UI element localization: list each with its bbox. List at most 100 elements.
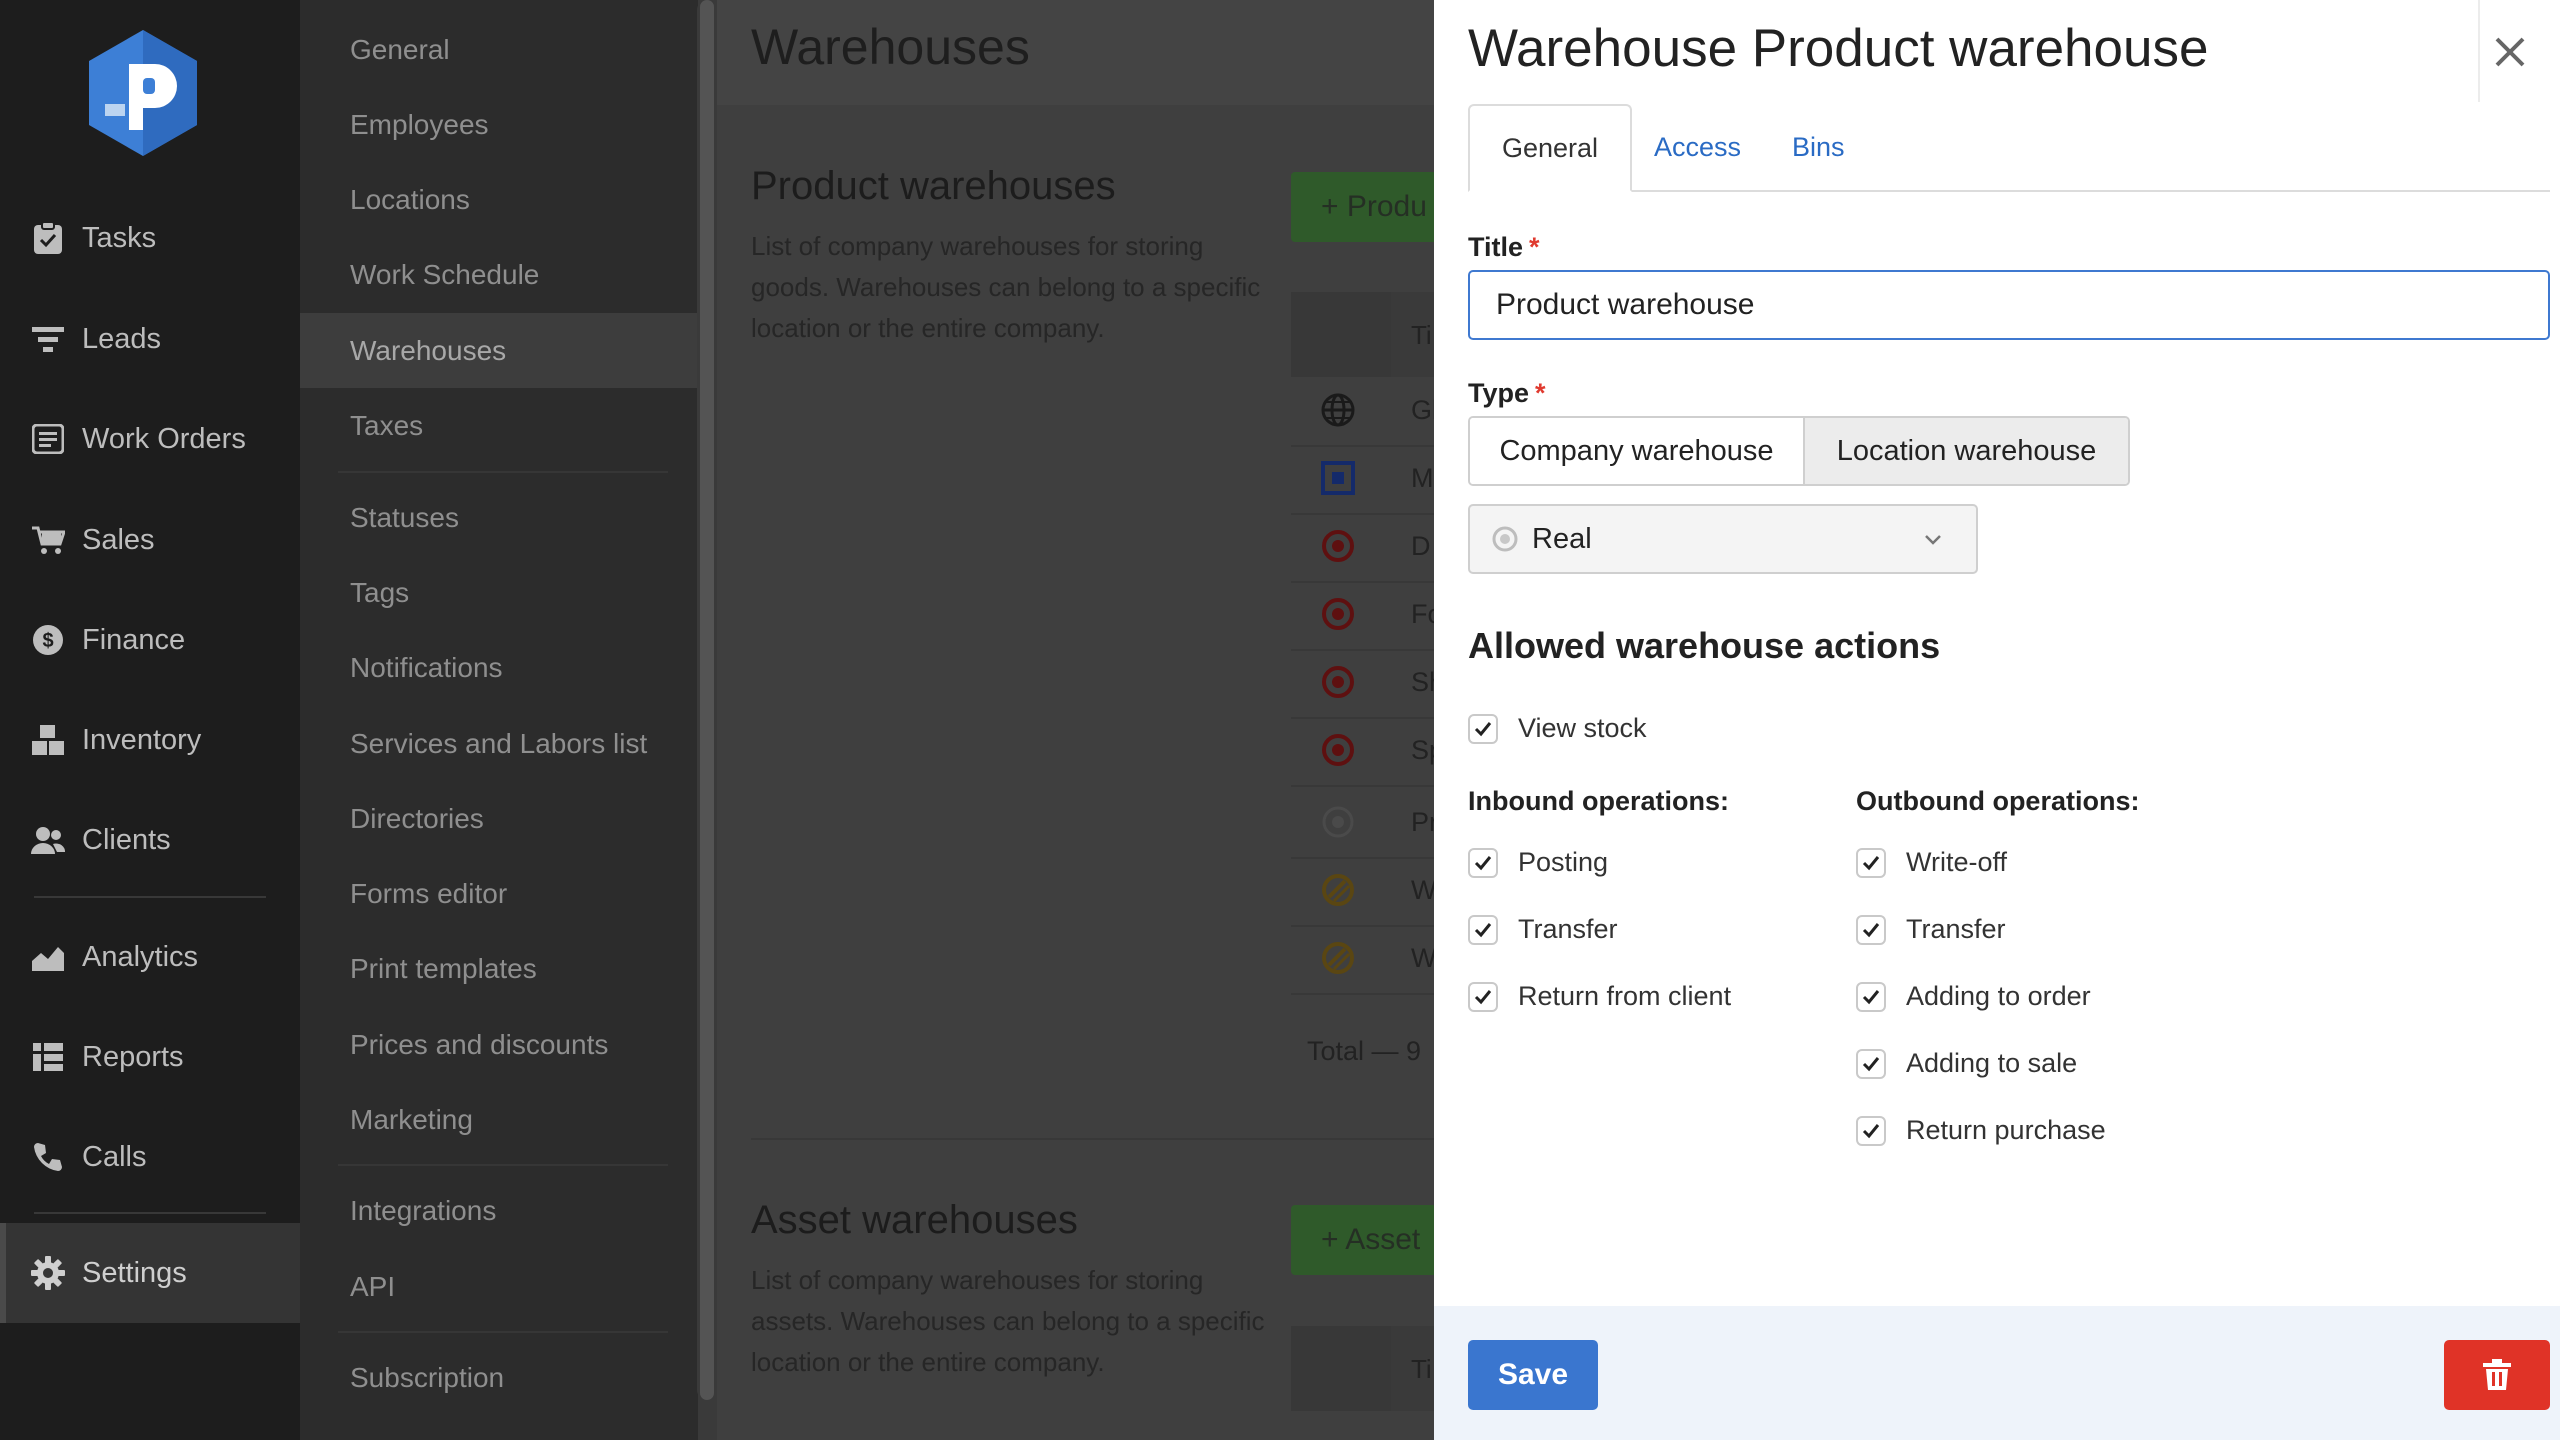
- table-header: Ti: [1291, 1326, 1434, 1411]
- work-order-icon: [30, 421, 66, 457]
- nav-calls[interactable]: Calls: [0, 1107, 300, 1207]
- title-field-label: Title *: [1468, 232, 1540, 262]
- nav-analytics[interactable]: Analytics: [0, 907, 300, 1007]
- add-asset-warehouse-button[interactable]: + Asset: [1291, 1205, 1434, 1275]
- nav-settings[interactable]: Settings: [0, 1223, 306, 1323]
- checkbox-label: Transfer: [1906, 914, 2006, 944]
- checkmark-icon: [1856, 847, 1886, 878]
- nav-inventory[interactable]: Inventory: [0, 690, 300, 790]
- clipboard-check-icon: [30, 220, 66, 256]
- nav-divider: [34, 1212, 266, 1214]
- settings-item-print-templates[interactable]: Print templates: [300, 931, 698, 1006]
- target-icon: [1321, 529, 1355, 563]
- settings-item-statuses[interactable]: Statuses: [300, 480, 698, 555]
- table-row[interactable]: Sh: [1291, 649, 1434, 719]
- close-button[interactable]: [2480, 22, 2540, 82]
- nav-work-orders[interactable]: Work Orders: [0, 389, 300, 489]
- warehouse-kind-select[interactable]: Real: [1468, 504, 1978, 574]
- row-title: Pr: [1411, 807, 1434, 837]
- select-value: Real: [1532, 522, 1592, 555]
- table-row[interactable]: Gl: [1291, 377, 1434, 447]
- nav-clients[interactable]: Clients: [0, 790, 300, 890]
- outbound-write-off-checkbox[interactable]: Write-off: [1856, 847, 2007, 878]
- gear-icon: [30, 1255, 66, 1291]
- save-button[interactable]: Save: [1468, 1340, 1598, 1410]
- settings-scrollbar[interactable]: [697, 0, 717, 1400]
- settings-item-forms-editor[interactable]: Forms editor: [300, 856, 698, 931]
- view-stock-checkbox[interactable]: View stock: [1468, 713, 1647, 744]
- nav-leads[interactable]: Leads: [0, 289, 300, 389]
- inbound-transfer-checkbox[interactable]: Transfer: [1468, 914, 1618, 945]
- settings-divider: [338, 471, 668, 473]
- outbound-adding-to-sale-checkbox[interactable]: Adding to sale: [1856, 1048, 2077, 1079]
- tab-bins[interactable]: Bins: [1760, 104, 1877, 190]
- outbound-return-purchase-checkbox[interactable]: Return purchase: [1856, 1115, 2106, 1146]
- nav-reports[interactable]: Reports: [0, 1007, 300, 1107]
- inbound-posting-checkbox[interactable]: Posting: [1468, 847, 1608, 878]
- nav-label: Clients: [82, 823, 171, 856]
- type-segmented-control: Company warehouse Location warehouse: [1468, 416, 2130, 486]
- column-title-header: Ti: [1411, 1354, 1432, 1384]
- boxes-icon: [30, 722, 66, 758]
- settings-item-warehouses[interactable]: Warehouses: [300, 313, 698, 388]
- table-row[interactable]: W: [1291, 857, 1434, 927]
- settings-item-general[interactable]: General: [300, 12, 698, 87]
- settings-item-tags[interactable]: Tags: [300, 555, 698, 630]
- outbound-transfer-checkbox[interactable]: Transfer: [1856, 914, 2006, 945]
- settings-item-marketing[interactable]: Marketing: [300, 1082, 698, 1157]
- settings-item-prices[interactable]: Prices and discounts: [300, 1007, 698, 1082]
- settings-item-employees[interactable]: Employees: [300, 87, 698, 162]
- scrollbar-thumb[interactable]: [700, 0, 714, 1400]
- row-title: Fo: [1411, 599, 1434, 629]
- checkmark-icon: [1856, 914, 1886, 945]
- asset-warehouses-description: List of company warehouses for storing a…: [751, 1265, 1265, 1377]
- table-row[interactable]: Fo: [1291, 581, 1434, 651]
- checkbox-label: Posting: [1518, 847, 1609, 877]
- tab-access[interactable]: Access: [1622, 104, 1773, 190]
- add-product-warehouse-button[interactable]: + Produ: [1291, 172, 1434, 242]
- checkmark-icon: [1468, 713, 1498, 744]
- nav-sales[interactable]: Sales: [0, 490, 300, 590]
- hatched-circle-icon: [1321, 873, 1355, 907]
- table-row[interactable]: Pr: [1291, 789, 1434, 859]
- circle-dot-icon: [1321, 805, 1355, 839]
- nav-tasks[interactable]: Tasks: [0, 188, 300, 288]
- settings-item-api[interactable]: API: [300, 1249, 698, 1324]
- table-row[interactable]: D: [1291, 513, 1434, 583]
- type-option-location[interactable]: Location warehouse: [1804, 418, 2128, 484]
- asset-warehouses-title: Asset warehouses: [751, 1198, 1078, 1242]
- warehouse-edit-panel: Warehouse Product warehouse General Acce…: [1434, 0, 2560, 1440]
- table-row[interactable]: M: [1291, 445, 1434, 515]
- row-title: Sh: [1411, 667, 1434, 697]
- page-title: Warehouses: [751, 19, 1030, 75]
- table-row[interactable]: Sp: [1291, 717, 1434, 787]
- outbound-adding-to-order-checkbox[interactable]: Adding to order: [1856, 981, 2091, 1012]
- section-divider: [751, 1138, 1434, 1140]
- type-option-company[interactable]: Company warehouse: [1470, 418, 1805, 484]
- inbound-return-from-client-checkbox[interactable]: Return from client: [1468, 981, 1731, 1012]
- table-row[interactable]: W: [1291, 925, 1434, 995]
- settings-item-notifications[interactable]: Notifications: [300, 630, 698, 705]
- nav-finance[interactable]: $ Finance: [0, 590, 300, 690]
- app-logo[interactable]: [83, 28, 203, 158]
- settings-item-subscription[interactable]: Subscription: [300, 1340, 698, 1415]
- panel-footer: Save: [1434, 1306, 2560, 1440]
- settings-item-locations[interactable]: Locations: [300, 162, 698, 237]
- settings-item-services[interactable]: Services and Labors list: [300, 706, 698, 781]
- allowed-actions-title: Allowed warehouse actions: [1468, 625, 1941, 666]
- checkbox-label: Transfer: [1518, 914, 1618, 944]
- settings-item-integrations[interactable]: Integrations: [300, 1173, 698, 1248]
- settings-item-taxes[interactable]: Taxes: [300, 388, 698, 463]
- checkmark-icon: [1468, 914, 1498, 945]
- settings-item-directories[interactable]: Directories: [300, 781, 698, 856]
- nav-label: Analytics: [82, 940, 199, 973]
- globe-icon: [1321, 393, 1355, 427]
- tab-general[interactable]: General: [1468, 104, 1633, 192]
- checkbox-label: Return from client: [1518, 981, 1732, 1011]
- delete-button[interactable]: [2444, 1340, 2550, 1410]
- radio-circle-icon: [1492, 526, 1518, 552]
- nav-label: Finance: [82, 623, 186, 656]
- settings-item-work-schedule[interactable]: Work Schedule: [300, 237, 698, 312]
- checkmark-icon: [1856, 1115, 1886, 1146]
- title-input[interactable]: [1468, 270, 2550, 340]
